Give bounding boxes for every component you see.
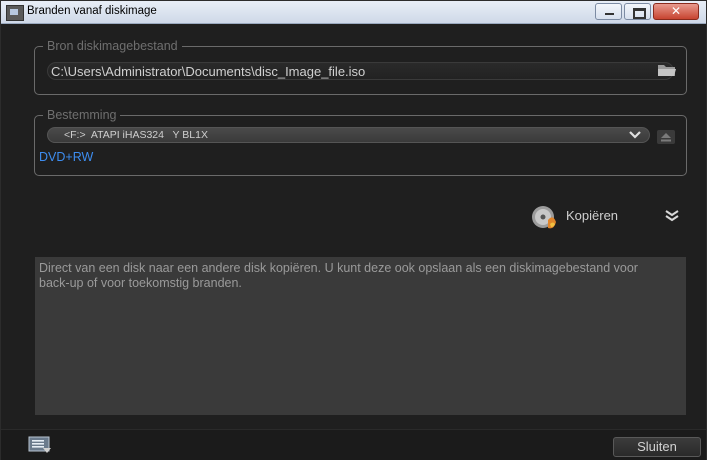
footer-bar — [1, 429, 706, 460]
minimize-button[interactable] — [595, 3, 622, 20]
source-group: Bron diskimagebestand C:\Users\Administr… — [34, 39, 687, 95]
close-button[interactable]: Sluiten — [613, 437, 701, 457]
burn-from-image-window: Branden vanaf diskimage ✕ Bron diskimage… — [0, 0, 707, 460]
window-title: Branden vanaf diskimage — [27, 5, 157, 17]
media-type-label: DVD+RW — [39, 150, 94, 164]
log-list-icon[interactable] — [28, 436, 52, 454]
maximize-button[interactable] — [624, 3, 651, 20]
description-panel: Direct van een disk naar een andere disk… — [35, 257, 686, 415]
description-text: Direct van een disk naar een andere disk… — [39, 261, 638, 290]
double-chevron-down-icon[interactable] — [664, 209, 680, 223]
destination-group: Bestemming <F:> ATAPI iHAS324 Y BL1X DVD… — [34, 108, 687, 176]
close-icon: ✕ — [670, 4, 682, 18]
source-path-field[interactable]: C:\Users\Administrator\Documents\disc_Im… — [47, 62, 674, 80]
app-icon — [6, 5, 24, 21]
destination-legend: Bestemming — [43, 108, 121, 122]
folder-icon[interactable] — [657, 63, 677, 77]
disc-copy-icon[interactable] — [530, 205, 560, 231]
source-path-text: C:\Users\Administrator\Documents\disc_Im… — [51, 64, 366, 79]
drive-select-value: <F:> ATAPI iHAS324 Y BL1X — [64, 129, 208, 141]
minimize-icon — [605, 13, 614, 15]
drive-select[interactable]: <F:> ATAPI iHAS324 Y BL1X — [47, 127, 650, 143]
close-window-button[interactable]: ✕ — [653, 3, 699, 20]
source-legend: Bron diskimagebestand — [43, 39, 182, 53]
maximize-icon — [633, 8, 646, 19]
eject-icon[interactable] — [657, 130, 675, 144]
copy-button-label[interactable]: Kopiëren — [566, 208, 618, 223]
chevron-down-icon — [629, 131, 641, 139]
title-bar: Branden vanaf diskimage ✕ — [1, 1, 706, 24]
